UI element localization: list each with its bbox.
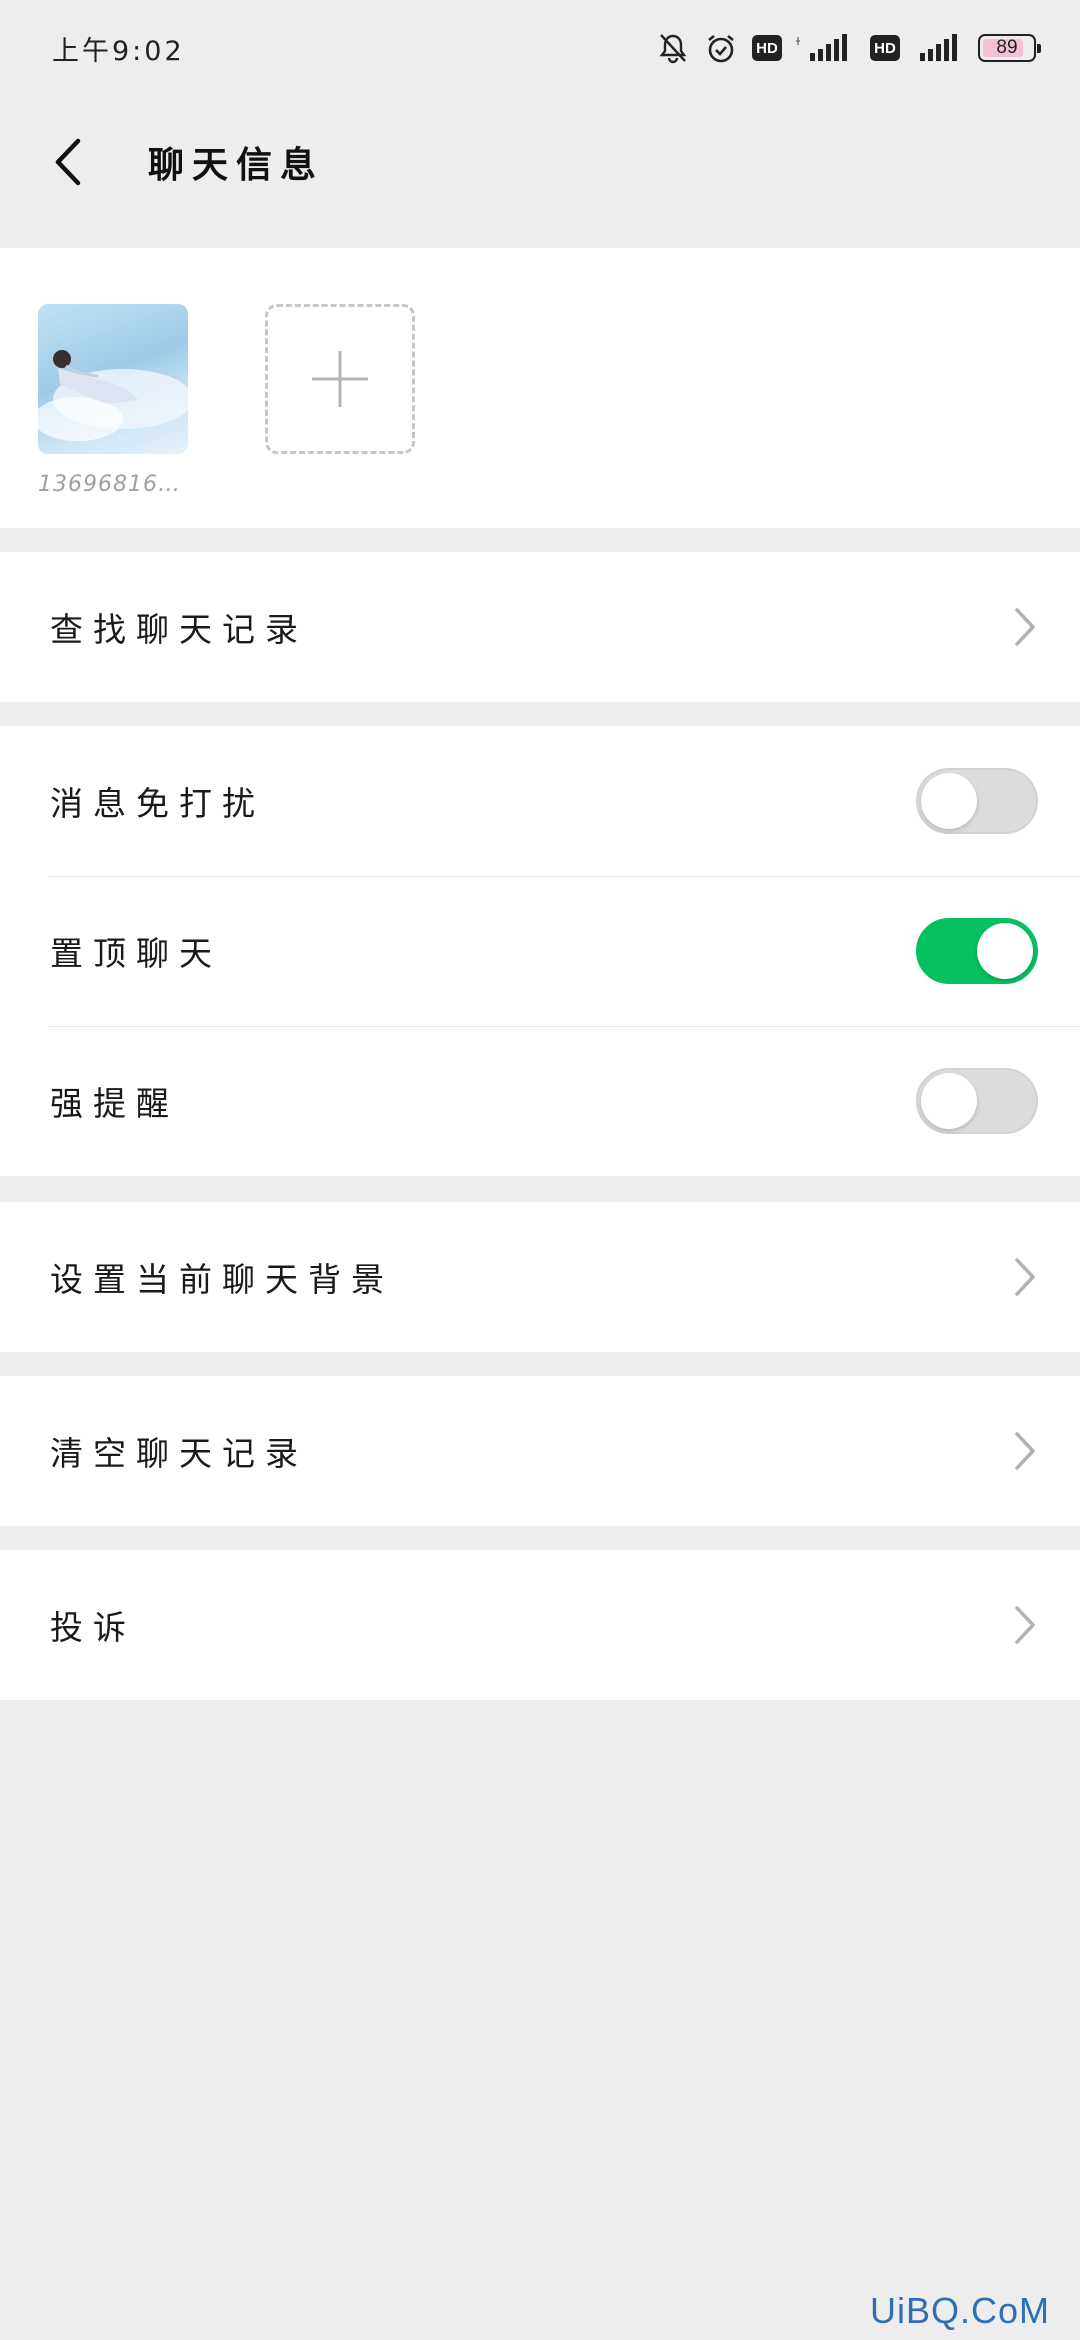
member-name: 13696816… (38, 472, 181, 497)
pin-chat-toggle[interactable] (916, 918, 1038, 984)
clear-section: 清空聊天记录 (0, 1376, 1080, 1526)
back-chevron-icon (55, 138, 81, 186)
chevron-right-icon (1012, 1429, 1038, 1473)
report-row[interactable]: 投诉 (0, 1550, 1080, 1700)
row-label: 查找聊天记录 (50, 610, 308, 649)
mute-notifications-row: 消息免打扰 (0, 726, 1080, 876)
watermark: UiBQ.CoM (869, 2290, 1050, 2331)
member-item[interactable]: 13696816… (38, 304, 188, 497)
row-label: 置顶聊天 (50, 934, 222, 973)
search-history-row[interactable]: 查找聊天记录 (0, 552, 1080, 702)
pin-chat-row: 置顶聊天 (0, 876, 1080, 1026)
chevron-right-icon (1012, 1603, 1038, 1647)
battery-level: 89 (996, 37, 1018, 58)
status-icons: HD HD 89 (656, 31, 1041, 65)
row-label: 投诉 (50, 1608, 136, 1647)
mute-bell-icon (656, 31, 690, 65)
add-member-button[interactable] (265, 304, 415, 454)
hd-icon: HD (752, 35, 782, 61)
report-section: 投诉 (0, 1550, 1080, 1700)
row-label: 设置当前聊天背景 (50, 1260, 394, 1299)
alarm-icon (704, 31, 738, 65)
search-section: 查找聊天记录 (0, 552, 1080, 702)
hd-icon: HD (870, 35, 900, 61)
signal-icon (796, 31, 856, 65)
status-bar: 上午9:02 HD HD 89 (0, 0, 1080, 96)
chevron-right-icon (1012, 1255, 1038, 1299)
members-section: 13696816… (0, 248, 1080, 528)
row-label: 消息免打扰 (50, 784, 265, 823)
row-label: 强提醒 (50, 1084, 179, 1123)
strong-reminder-toggle[interactable] (916, 1068, 1038, 1134)
set-background-row[interactable]: 设置当前聊天背景 (0, 1202, 1080, 1352)
plus-icon (312, 351, 368, 407)
toggle-knob (921, 773, 977, 829)
avatar[interactable] (38, 304, 188, 454)
clear-history-row[interactable]: 清空聊天记录 (0, 1376, 1080, 1526)
battery-icon: 89 (978, 34, 1041, 62)
page-title: 聊天信息 (148, 145, 325, 186)
mute-notifications-toggle[interactable] (916, 768, 1038, 834)
chevron-right-icon (1012, 605, 1038, 649)
status-time: 上午9:02 (52, 35, 185, 67)
nav-bar: 聊天信息 (0, 110, 1080, 214)
signal-icon (914, 31, 964, 65)
row-label: 清空聊天记录 (50, 1434, 308, 1473)
strong-reminder-row: 强提醒 (0, 1026, 1080, 1176)
toggle-knob (977, 923, 1033, 979)
back-button[interactable] (32, 127, 102, 197)
toggle-knob (921, 1073, 977, 1129)
settings-toggles-section: 消息免打扰 置顶聊天 强提醒 (0, 726, 1080, 1176)
background-section: 设置当前聊天背景 (0, 1202, 1080, 1352)
